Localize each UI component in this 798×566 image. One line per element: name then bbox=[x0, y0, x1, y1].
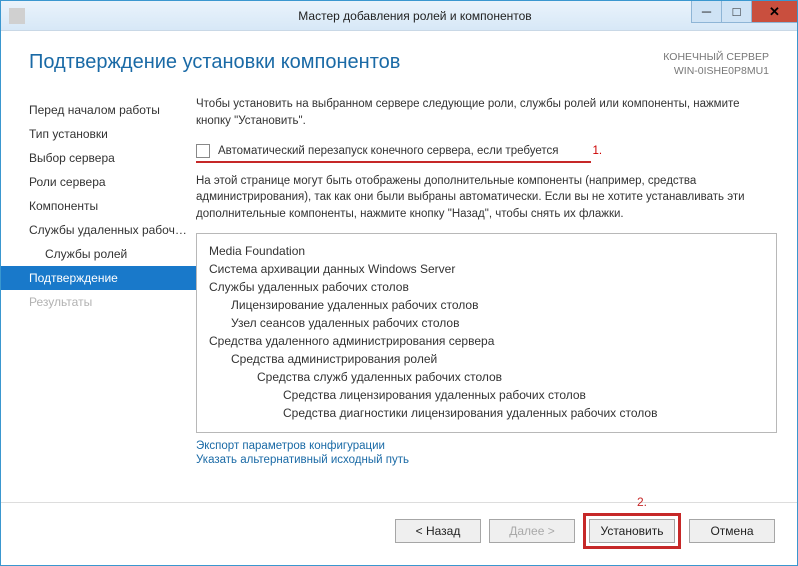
sidebar-item-install-type[interactable]: Тип установки bbox=[1, 122, 196, 146]
install-highlight: Установить bbox=[583, 513, 681, 549]
main-content: Чтобы установить на выбранном сервере сл… bbox=[196, 88, 777, 498]
restart-checkbox-row: Автоматический перезапуск конечного серв… bbox=[196, 144, 777, 158]
page-title: Подтверждение установки компонентов bbox=[29, 51, 400, 74]
list-item: Средства удаленного администрирования се… bbox=[203, 332, 770, 350]
list-item: Узел сеансов удаленных рабочих столов bbox=[203, 314, 770, 332]
sidebar-item-rds[interactable]: Службы удаленных рабочих столов bbox=[1, 218, 196, 242]
sidebar-item-features[interactable]: Компоненты bbox=[1, 194, 196, 218]
next-button: Далее > bbox=[489, 519, 575, 543]
server-name: WIN-0ISHE0P8MU1 bbox=[663, 65, 769, 79]
footer: 2. < Назад Далее > Установить Отмена bbox=[1, 502, 797, 565]
window-buttons: ─ □ ✕ bbox=[691, 1, 797, 23]
additional-note: На этой странице могут быть отображены д… bbox=[196, 173, 777, 223]
components-list[interactable]: Media Foundation Система архивации данны… bbox=[196, 233, 777, 433]
list-item: Лицензирование удаленных рабочих столов bbox=[203, 296, 770, 314]
sidebar-item-confirmation[interactable]: Подтверждение bbox=[1, 266, 196, 290]
intro-text: Чтобы установить на выбранном сервере сл… bbox=[196, 96, 777, 129]
wizard-window: Мастер добавления ролей и компонентов ─ … bbox=[0, 0, 798, 566]
annotation-underline bbox=[196, 161, 591, 163]
sidebar-item-results: Результаты bbox=[1, 290, 196, 314]
sidebar-item-role-services[interactable]: Службы ролей bbox=[1, 242, 196, 266]
list-item: Средства лицензирования удаленных рабочи… bbox=[203, 386, 770, 404]
cancel-button[interactable]: Отмена bbox=[689, 519, 775, 543]
annotation-2: 2. bbox=[637, 495, 647, 509]
restart-checkbox[interactable] bbox=[196, 144, 210, 158]
minimize-button[interactable]: ─ bbox=[691, 1, 721, 23]
app-icon bbox=[9, 8, 25, 24]
back-button[interactable]: < Назад bbox=[395, 519, 481, 543]
maximize-button[interactable]: □ bbox=[721, 1, 751, 23]
links-area: Экспорт параметров конфигурации Указать … bbox=[196, 439, 777, 467]
server-label: КОНЕЧНЫЙ СЕРВЕР bbox=[663, 51, 769, 65]
annotation-1: 1. bbox=[592, 145, 602, 157]
titlebar: Мастер добавления ролей и компонентов ─ … bbox=[1, 1, 797, 31]
server-info: КОНЕЧНЫЙ СЕРВЕР WIN-0ISHE0P8MU1 bbox=[663, 51, 769, 78]
sidebar-item-server-selection[interactable]: Выбор сервера bbox=[1, 146, 196, 170]
sidebar: Перед началом работы Тип установки Выбор… bbox=[1, 88, 196, 498]
export-config-link[interactable]: Экспорт параметров конфигурации bbox=[196, 439, 777, 453]
list-item: Средства администрирования ролей bbox=[203, 350, 770, 368]
sidebar-item-before-you-begin[interactable]: Перед началом работы bbox=[1, 98, 196, 122]
list-item: Службы удаленных рабочих столов bbox=[203, 278, 770, 296]
alt-source-path-link[interactable]: Указать альтернативный исходный путь bbox=[196, 453, 777, 467]
sidebar-item-server-roles[interactable]: Роли сервера bbox=[1, 170, 196, 194]
list-item: Средства служб удаленных рабочих столов bbox=[203, 368, 770, 386]
header: Подтверждение установки компонентов КОНЕ… bbox=[1, 31, 797, 88]
window-title: Мастер добавления ролей и компонентов bbox=[33, 9, 797, 23]
install-button[interactable]: Установить bbox=[589, 519, 675, 543]
close-button[interactable]: ✕ bbox=[751, 1, 797, 23]
body: Перед началом работы Тип установки Выбор… bbox=[1, 88, 797, 502]
restart-checkbox-label: Автоматический перезапуск конечного серв… bbox=[218, 145, 558, 157]
list-item: Система архивации данных Windows Server bbox=[203, 260, 770, 278]
list-item: Media Foundation bbox=[203, 242, 770, 260]
list-item: Средства диагностики лицензирования удал… bbox=[203, 404, 770, 422]
